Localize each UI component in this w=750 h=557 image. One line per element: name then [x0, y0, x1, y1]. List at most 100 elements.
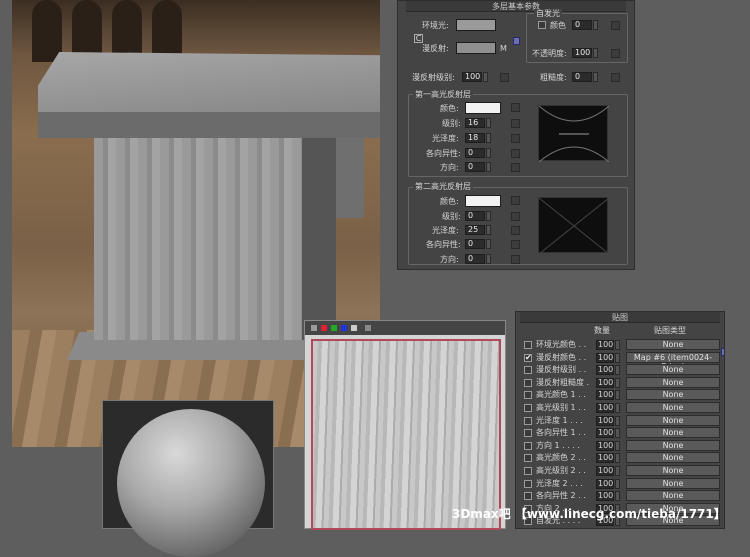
spec1-orient-spinner[interactable] — [486, 162, 491, 172]
map-preview-window[interactable] — [304, 320, 506, 530]
diffuse-level-map-button[interactable] — [500, 73, 509, 82]
spec2-gloss-map-button[interactable] — [511, 226, 520, 235]
spec2-color-swatch[interactable] — [465, 195, 501, 207]
spec1-aniso-input[interactable]: 0 — [465, 148, 485, 158]
map-amount-input[interactable]: 100 — [596, 466, 614, 476]
map-slot-button[interactable]: None — [626, 402, 720, 413]
lock-c-button[interactable]: C — [414, 34, 423, 43]
self-illum-input[interactable]: 0 — [572, 20, 592, 30]
map-amount-spinner[interactable] — [615, 491, 620, 502]
map-amount-input[interactable]: 100 — [596, 377, 614, 388]
spec2-orient-map-button[interactable] — [511, 255, 520, 264]
toolbar-blue-channel-icon[interactable] — [341, 325, 347, 331]
opacity-input[interactable]: 100 — [572, 48, 592, 58]
spec1-color-map-button[interactable] — [511, 103, 520, 112]
spec1-gloss-input[interactable]: 18 — [465, 133, 485, 143]
map-amount-input[interactable]: 100 — [596, 365, 614, 376]
map-amount-spinner[interactable] — [615, 390, 620, 401]
map-enable-checkbox[interactable] — [524, 429, 532, 438]
spec2-color-map-button[interactable] — [511, 196, 520, 205]
map-slot-button[interactable]: None — [626, 389, 720, 401]
material-preview-slot[interactable] — [102, 400, 274, 557]
spec2-aniso-map-button[interactable] — [511, 240, 520, 249]
map-slot-button[interactable]: None — [626, 439, 720, 451]
map-enable-checkbox[interactable] — [524, 404, 532, 412]
map-amount-input[interactable]: 100 — [596, 403, 614, 413]
map-slot-button[interactable]: Map #6 (item0024-B.jpg) — [626, 351, 720, 371]
map-amount-spinner[interactable] — [615, 478, 620, 489]
spec2-orient-input[interactable]: 0 — [465, 254, 485, 264]
map-enable-checkbox[interactable] — [524, 391, 532, 400]
self-illum-map-button[interactable] — [611, 21, 620, 30]
opacity-spinner[interactable] — [593, 48, 598, 58]
spec1-level-spinner[interactable] — [486, 118, 491, 128]
ambient-color-swatch[interactable] — [456, 19, 496, 31]
diffuse-level-input[interactable]: 100 — [462, 72, 482, 82]
map-enable-checkbox[interactable] — [524, 366, 532, 375]
diffuse-color-swatch[interactable] — [456, 42, 496, 54]
map-amount-input[interactable]: 100 — [596, 390, 614, 401]
lock-icon[interactable] — [513, 37, 520, 45]
map-amount-spinner[interactable] — [615, 377, 620, 388]
map-enable-checkbox[interactable] — [524, 378, 532, 387]
opacity-map-button[interactable] — [611, 49, 620, 58]
map-amount-input[interactable]: 100 — [596, 453, 614, 464]
spec1-orient-input[interactable]: 0 — [465, 162, 485, 172]
map-slot-button[interactable]: None — [626, 452, 720, 464]
map-amount-input[interactable]: 100 — [596, 415, 614, 426]
spec2-level-input[interactable]: 0 — [465, 211, 485, 221]
spec1-gloss-spinner[interactable] — [486, 133, 491, 143]
toolbar-clear-icon[interactable] — [365, 325, 371, 331]
toolbar-green-channel-icon[interactable] — [331, 325, 337, 331]
params-rollout-title[interactable]: 多层基本参数 — [406, 1, 626, 12]
self-illum-spinner[interactable] — [593, 20, 598, 30]
roughness-input[interactable]: 0 — [572, 72, 592, 82]
map-amount-input[interactable]: 100 — [596, 440, 614, 451]
spec1-orient-map-button[interactable] — [511, 163, 520, 172]
map-amount-spinner[interactable] — [615, 352, 620, 363]
map-amount-input[interactable]: 100 — [596, 478, 614, 489]
map-amount-spinner[interactable] — [615, 415, 620, 426]
toolbar-red-channel-icon[interactable] — [321, 325, 327, 331]
spec2-level-map-button[interactable] — [511, 212, 520, 221]
spec1-aniso-spinner[interactable] — [486, 148, 491, 158]
map-enable-checkbox[interactable] — [524, 441, 532, 450]
map-amount-spinner[interactable] — [615, 365, 620, 376]
roughness-spinner[interactable] — [593, 72, 598, 82]
toolbar-mono-icon[interactable] — [351, 325, 357, 331]
spec2-level-spinner[interactable] — [486, 211, 491, 221]
map-slot-button[interactable]: None — [626, 490, 720, 502]
map-amount-spinner[interactable] — [615, 440, 620, 451]
map-lock-icon[interactable] — [721, 348, 724, 356]
spec1-level-map-button[interactable] — [511, 119, 520, 128]
map-slot-button[interactable]: None — [626, 414, 720, 426]
map-amount-input[interactable]: 100 — [596, 352, 614, 363]
map-enable-checkbox[interactable] — [524, 479, 532, 488]
map-amount-input[interactable]: 100 — [596, 428, 614, 439]
map-amount-spinner[interactable] — [615, 403, 620, 413]
map-amount-input[interactable]: 100 — [596, 491, 614, 502]
spec2-aniso-input[interactable]: 0 — [465, 239, 485, 249]
map-enable-checkbox[interactable]: ✔ — [524, 353, 532, 362]
map-enable-checkbox[interactable] — [524, 492, 532, 501]
spec2-gloss-spinner[interactable] — [486, 225, 491, 235]
diffuse-map-button[interactable]: M — [500, 44, 507, 54]
map-slot-button[interactable]: None — [626, 427, 720, 439]
map-enable-checkbox[interactable] — [524, 454, 532, 463]
toolbar-save-icon[interactable] — [311, 325, 317, 331]
self-illum-color-checkbox[interactable] — [538, 21, 546, 29]
spec2-aniso-spinner[interactable] — [486, 239, 491, 249]
map-slot-button[interactable]: None — [626, 339, 720, 350]
roughness-map-button[interactable] — [611, 73, 620, 82]
spec1-color-swatch[interactable] — [465, 102, 501, 114]
map-amount-spinner[interactable] — [615, 340, 620, 350]
diffuse-level-spinner[interactable] — [483, 72, 488, 82]
spec1-level-input[interactable]: 16 — [465, 118, 485, 128]
spec2-gloss-input[interactable]: 25 — [465, 225, 485, 235]
map-enable-checkbox[interactable] — [524, 467, 532, 475]
map-enable-checkbox[interactable] — [524, 416, 532, 425]
map-slot-button[interactable]: None — [626, 477, 720, 489]
map-amount-spinner[interactable] — [615, 428, 620, 439]
spec1-gloss-map-button[interactable] — [511, 134, 520, 143]
maps-rollout-title[interactable]: 贴图 — [520, 312, 720, 323]
